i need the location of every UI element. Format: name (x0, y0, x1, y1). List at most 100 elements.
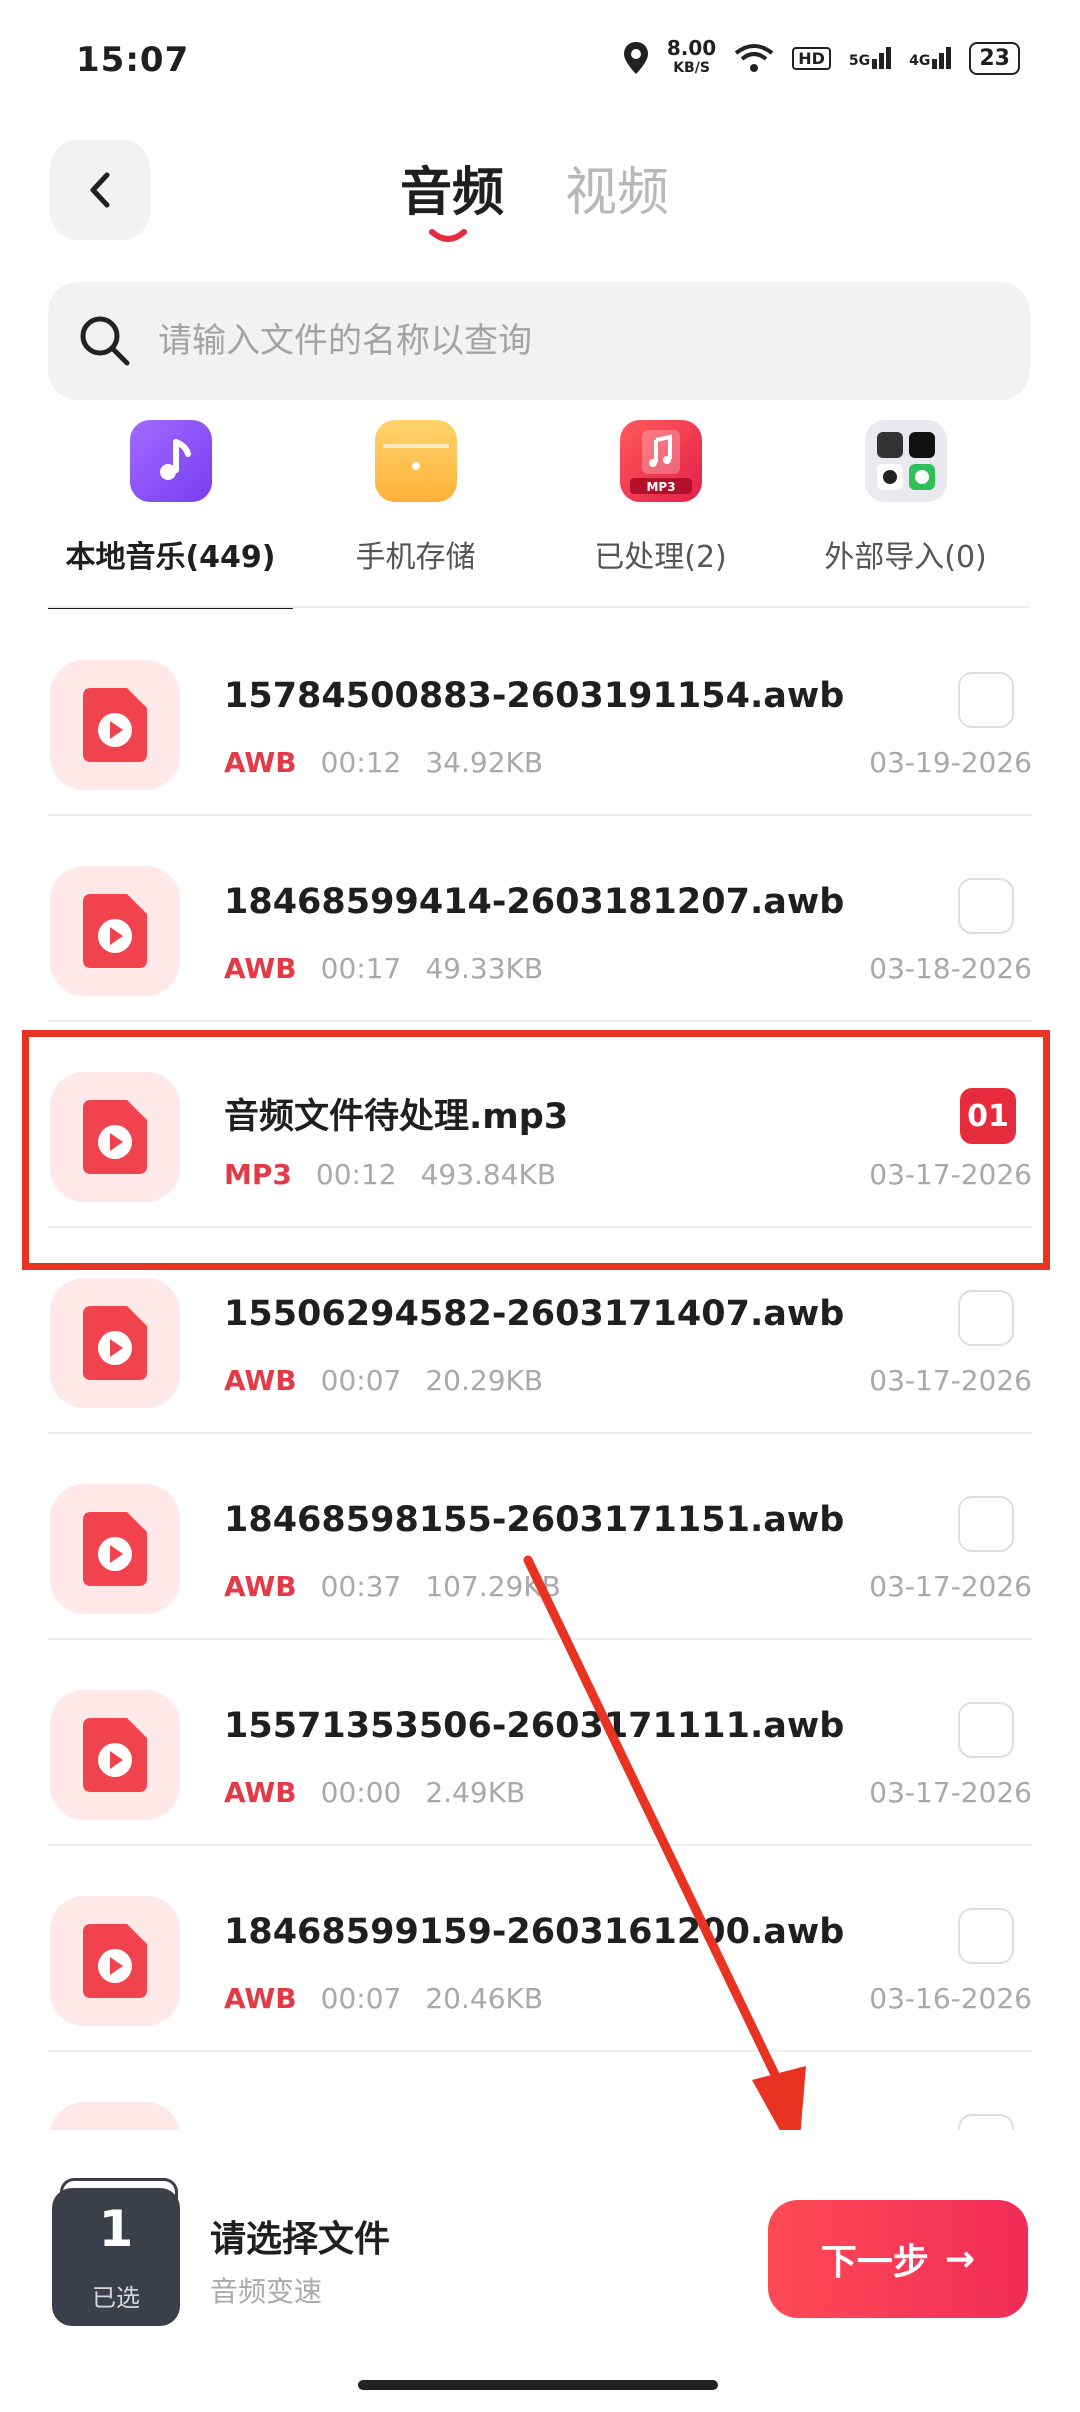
file-format: AWB (224, 1570, 297, 1603)
home-indicator[interactable] (358, 2380, 718, 2390)
file-list-item[interactable]: 15571353506-2603171111.awb AWB 00:00 2.4… (0, 1640, 1080, 1846)
bottom-bar: 1 已选 请选择文件 音频变速 下一步 → (0, 2130, 1080, 2412)
category-label: 已处理(2) (594, 540, 727, 575)
file-format: AWB (224, 1982, 297, 2015)
selected-label: 已选 (92, 2284, 140, 2312)
file-duration: 00:07 (320, 1364, 402, 1397)
file-format: AWB (224, 746, 297, 779)
audio-file-icon (50, 866, 180, 996)
file-list-item-partial[interactable] (0, 2052, 1080, 2130)
file-checkbox[interactable] (958, 1908, 1014, 1964)
signal-4g-icon: 4G (909, 47, 952, 69)
status-indicators: 8.00 KB/S HD 5G 4G 23 (623, 38, 1020, 78)
file-meta: AWB 00:07 20.29KB (224, 1364, 543, 1397)
file-name: 18468599414-2603181207.awb (224, 882, 845, 922)
back-button[interactable] (50, 140, 150, 240)
battery-icon: 23 (969, 41, 1020, 75)
search-icon (80, 316, 130, 366)
selected-count-box[interactable]: 1 已选 (52, 2188, 180, 2326)
category-external-import[interactable]: 外部导入(0) (783, 420, 1028, 590)
signal-5g-label: 5G (848, 53, 871, 69)
file-list-item[interactable]: 15784500883-2603191154.awb AWB 00:12 34.… (0, 610, 1080, 816)
search-bar[interactable] (48, 282, 1030, 400)
file-checkbox[interactable] (958, 1496, 1014, 1552)
file-size: 20.46KB (425, 1982, 544, 2015)
file-name: 18468599159-2603161200.awb (224, 1912, 845, 1952)
audio-file-icon (50, 660, 180, 790)
file-date: 03-17-2026 (869, 1776, 1032, 1809)
file-date: 03-17-2026 (869, 1364, 1032, 1397)
divider (48, 606, 1030, 608)
chevron-left-icon (90, 172, 110, 208)
wifi-icon (735, 44, 774, 72)
file-date: 03-18-2026 (869, 952, 1032, 985)
file-format: AWB (224, 1776, 297, 1809)
file-meta: AWB 00:17 49.33KB (224, 952, 543, 985)
file-duration: 00:12 (320, 746, 402, 779)
signal-4g-label: 4G (909, 53, 931, 69)
location-icon (623, 42, 648, 74)
file-duration: 00:00 (320, 1776, 402, 1809)
file-checkbox[interactable] (958, 1702, 1014, 1758)
file-name: 18468598155-2603171151.awb (224, 1500, 845, 1540)
file-meta: AWB 00:00 2.49KB (224, 1776, 525, 1809)
battery-level: 23 (979, 45, 1010, 71)
hd-icon: HD (792, 46, 831, 70)
file-duration: 00:07 (320, 1982, 402, 2015)
audio-file-icon (50, 1484, 180, 1614)
file-checkbox[interactable] (958, 1290, 1014, 1346)
file-list-item[interactable]: 18468599159-2603161200.awb AWB 00:07 20.… (0, 1846, 1080, 2052)
bottom-title: 请选择文件 (210, 2219, 391, 2260)
arrow-right-icon: → (944, 2238, 976, 2280)
tab-video[interactable]: 视频 (565, 150, 669, 225)
category-label: 本地音乐(449) (65, 540, 276, 575)
app-grid-icon (864, 420, 947, 502)
selected-count: 1 (98, 2200, 134, 2258)
file-name: 15571353506-2603171111.awb (224, 1706, 845, 1746)
category-local-music[interactable]: 本地音乐(449) (48, 420, 293, 609)
audio-file-icon (50, 1278, 180, 1408)
active-tab-indicator (429, 229, 467, 242)
category-label: 手机存储 (355, 540, 476, 575)
file-name: 15784500883-2603191154.awb (224, 676, 845, 716)
file-list-item[interactable]: 18468598155-2603171151.awb AWB 00:37 107… (0, 1434, 1080, 1640)
next-step-button[interactable]: 下一步 → (768, 2200, 1028, 2318)
file-meta: AWB 00:37 107.29KB (224, 1570, 561, 1603)
mp3-icon: MP3 (619, 420, 702, 502)
signal-5g-icon: 5G (848, 47, 892, 69)
file-duration: 00:37 (320, 1570, 402, 1603)
file-date: 03-16-2026 (869, 1982, 1032, 2015)
file-checkbox[interactable] (958, 672, 1014, 728)
category-phone-storage[interactable]: 手机存储 (293, 420, 538, 590)
file-list[interactable]: 15784500883-2603191154.awb AWB 00:12 34.… (0, 610, 1080, 2130)
file-date: 03-17-2026 (869, 1570, 1032, 1603)
search-input[interactable] (156, 312, 1000, 370)
category-processed[interactable]: MP3 已处理(2) (538, 420, 783, 590)
category-label: 外部导入(0) (824, 540, 987, 575)
status-time: 15:07 (76, 40, 190, 80)
file-date: 03-19-2026 (869, 746, 1032, 779)
file-size: 34.92KB (425, 746, 544, 779)
file-size: 2.49KB (425, 1776, 526, 1809)
file-list-item[interactable]: 18468599414-2603181207.awb AWB 00:17 49.… (0, 816, 1080, 1022)
tab-audio[interactable]: 音频 (400, 150, 504, 225)
file-checkbox[interactable] (958, 878, 1014, 934)
next-step-label: 下一步 (820, 2242, 929, 2283)
bottom-subtitle: 音频变速 (210, 2275, 323, 2308)
file-format: AWB (224, 952, 297, 985)
category-tabs: 本地音乐(449) 手机存储 MP3 已处理(2) 外部导入(0) (48, 420, 1030, 609)
file-size: 20.29KB (425, 1364, 544, 1397)
network-speed: 8.00 KB/S (667, 38, 716, 78)
file-checkbox[interactable] (958, 2114, 1014, 2130)
file-format: AWB (224, 1364, 297, 1397)
audio-file-icon (50, 2102, 180, 2130)
file-name: 15506294582-2603171407.awb (224, 1294, 845, 1334)
music-note-icon (129, 420, 212, 502)
file-size: 49.33KB (425, 952, 544, 985)
speed-value: 8.00 (666, 36, 717, 60)
folder-icon (374, 420, 457, 502)
audio-file-icon (50, 1690, 180, 1820)
file-duration: 00:17 (320, 952, 402, 985)
file-meta: AWB 00:07 20.46KB (224, 1982, 543, 2015)
status-bar: 15:07 8.00 KB/S HD 5G 4G 23 (0, 0, 1080, 120)
